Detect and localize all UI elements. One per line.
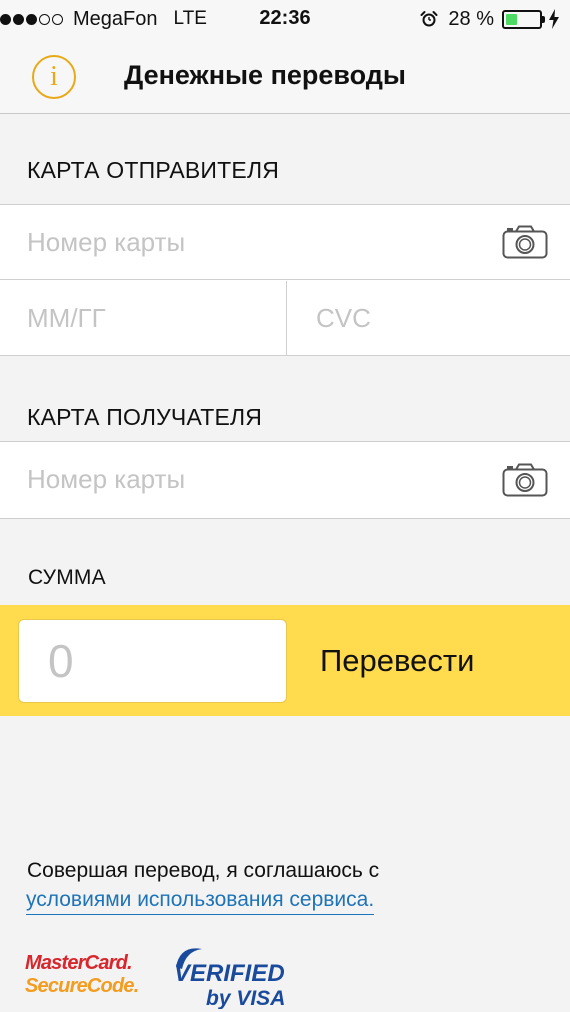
- charging-bolt-icon: [549, 9, 559, 29]
- verified-logo-text: VERIFIED: [174, 960, 285, 987]
- cvc-field[interactable]: CVC: [288, 281, 570, 356]
- battery-level-fill: [506, 13, 517, 25]
- verified-by-visa-logo: VERIFIED by VISA: [174, 948, 285, 1009]
- status-right: 28 %: [420, 7, 560, 31]
- recipient-camera-icon[interactable]: [502, 463, 548, 497]
- securecode-logo-text: SecureCode.: [25, 975, 139, 997]
- terms-link[interactable]: условиями использования сервиса.: [26, 888, 375, 915]
- info-button[interactable]: i: [32, 55, 76, 99]
- sender-camera-icon[interactable]: [502, 225, 548, 259]
- recipient-card-number-field[interactable]: Номер карты: [0, 442, 570, 517]
- transfer-button-label: Перевести: [320, 643, 475, 678]
- recipient-section-title: КАРТА ПОЛУЧАТЕЛЯ: [27, 404, 263, 430]
- sender-card-fields: Номер карты ММ/ГГ CVC: [0, 204, 570, 356]
- amount-section-title: СУММА: [28, 566, 106, 589]
- mastercard-securecode-logo: MasterCard. SecureCode.: [25, 952, 139, 997]
- by-visa-logo-text: by VISA: [206, 987, 285, 1009]
- expiry-placeholder: ММ/ГГ: [27, 303, 106, 333]
- recipient-card-fields: Номер карты: [0, 441, 570, 519]
- sender-card-number-placeholder: Номер карты: [27, 226, 186, 257]
- recipient-card-number-placeholder: Номер карты: [27, 464, 186, 494]
- battery-icon: [502, 9, 545, 29]
- sender-card-number-field[interactable]: Номер карты: [0, 205, 570, 280]
- battery-percent: 28 %: [448, 7, 494, 30]
- sender-section-title: КАРТА ОТПРАВИТЕЛЯ: [27, 157, 280, 183]
- expiry-field[interactable]: ММ/ГГ: [0, 281, 287, 356]
- agreement-text: Совершая перевод, я соглашаюсь с: [27, 859, 380, 882]
- page-title: Денежные переводы: [124, 60, 406, 90]
- amount-bar: 0 Перевести: [0, 605, 570, 716]
- transfer-button[interactable]: Перевести: [300, 619, 550, 703]
- status-bar: MegaFon LTE 22:36 28 %: [0, 0, 570, 38]
- navigation-bar: i Денежные переводы: [0, 38, 570, 114]
- mastercard-logo-text: MasterCard.: [25, 952, 133, 974]
- info-icon: i: [50, 61, 58, 92]
- alarm-icon: [420, 11, 438, 27]
- amount-input[interactable]: 0: [18, 619, 287, 703]
- cvc-placeholder: CVC: [316, 303, 371, 333]
- amount-placeholder: 0: [48, 635, 74, 687]
